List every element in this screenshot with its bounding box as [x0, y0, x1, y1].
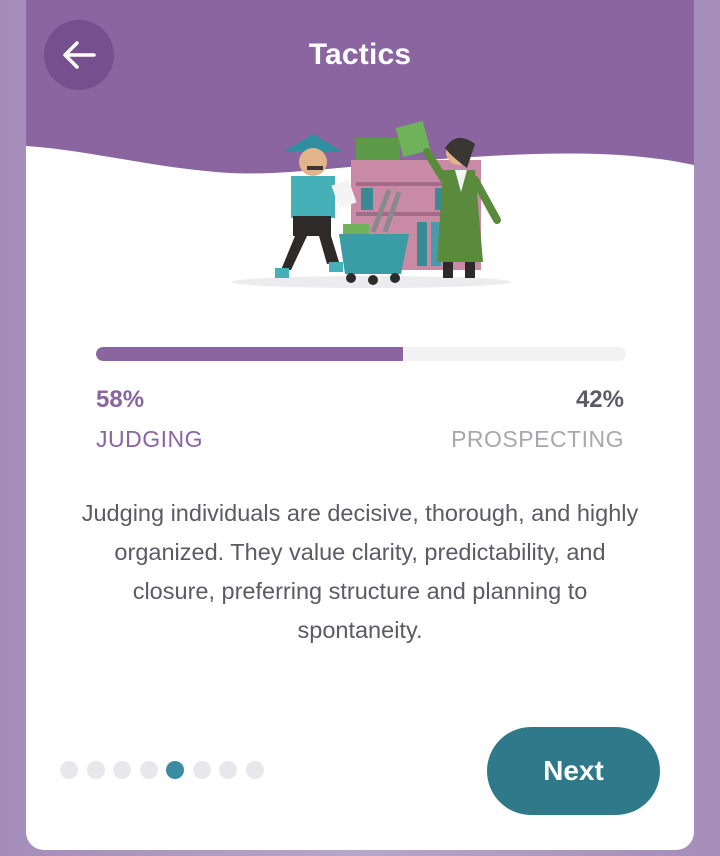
page-title: Tactics [308, 38, 412, 71]
pagination-dot [86, 761, 105, 779]
trait-description: Judging individuals are decisive, thorou… [81, 500, 639, 643]
progress-bar-fill [96, 347, 404, 361]
next-button[interactable]: Next [487, 727, 660, 815]
pagination-dots [60, 761, 264, 779]
progress-bar [96, 347, 626, 361]
judging-percent: 58% [96, 386, 145, 413]
pagination-dot [139, 761, 158, 779]
prospecting-label: PROSPECTING [451, 426, 624, 452]
judging-label: JUDGING [96, 426, 203, 452]
pagination-dot [219, 761, 237, 779]
prospecting-percent: 42% [575, 386, 624, 413]
pagination-dot-active [166, 761, 184, 779]
pagination-dot [60, 761, 78, 779]
pagination-dot [245, 761, 264, 779]
shopping-scene-illustration [221, 112, 521, 297]
pagination-dot [192, 761, 211, 779]
result-card: Tactics 58% 42% JUDGING PROSPECTING Judg… [26, 0, 694, 850]
pagination-dot [113, 761, 131, 779]
